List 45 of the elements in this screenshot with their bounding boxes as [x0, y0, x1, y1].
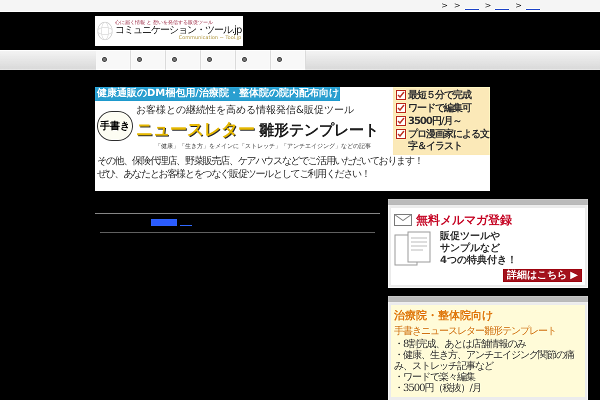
- banner-note: その他、保険代理店、野菜販売店、ケアハウスなどでご活用いただいております！: [96, 155, 424, 168]
- logo-name: コミュニケーション・ツール.jp: [115, 26, 242, 36]
- bullet-icon: [137, 57, 142, 62]
- details-button[interactable]: 詳細はこちら ▶: [502, 268, 582, 282]
- globe-icon: [97, 20, 113, 42]
- banner-note: ぜひ、あなたとお客様とをつなぐ販促ツールとしてご利用ください！: [96, 168, 371, 182]
- highlight-bar: [151, 219, 177, 226]
- bullet-icon: [102, 57, 107, 62]
- banner-lead: お客様との継続性を高める情報発信&販促ツール: [136, 104, 354, 118]
- bullet-text: ・ワードで楽々編集: [394, 372, 476, 383]
- newsletter-card[interactable]: 無料メルマガ登録 販促ツールや サンプルなど 4つの特典付き！ 詳細はこちら ▶: [388, 198, 588, 288]
- bullet-text: ・3500円（税抜）/月: [394, 383, 482, 394]
- bullet-icon: [172, 57, 177, 62]
- banner-title: ニュースレター: [136, 119, 255, 142]
- newsletter-text: サンプルなど: [440, 242, 501, 254]
- promo-banner[interactable]: [95, 87, 490, 190]
- breadcrumb-separator: >: [454, 0, 461, 12]
- envelope-icon: [394, 214, 412, 226]
- bullet-text: ・健康、生き方、アンチエイジング関節の痛み、ストレッチ記事など: [394, 350, 576, 372]
- newsletter-title: 無料メルマガ登録: [416, 212, 512, 228]
- bullet-text: ・8割完成、あとは店舗情報のみ: [394, 339, 527, 350]
- feature-text: プロ漫画家による文字＆イラスト: [408, 129, 490, 154]
- feature-text: 3500円/月～: [408, 116, 462, 128]
- template-card[interactable]: 治療院・整体院向け 手書きニュースレター雛形テンプレート ・8割完成、あとは店舗情報のみ ・健康、生き方、アンチエイジング関節の痛み、ストレッチ記事など ・ワードで楽々編集 ・3500円（税抜）/月: [388, 296, 588, 400]
- card-subtitle: 手書きニュースレター雛形テンプレート: [394, 324, 557, 338]
- breadcrumb-separator: >: [441, 0, 448, 12]
- nav-tab[interactable]: [236, 50, 271, 70]
- stamp-label: 手書き: [97, 111, 133, 142]
- newsletter-text: 販促ツールや: [440, 230, 501, 242]
- banner-ribbon: 健康通販のDM梱包用/治療院・整体院の院内配布向け: [95, 87, 340, 102]
- nav-tab[interactable]: [131, 50, 166, 70]
- bullet-icon: [242, 57, 247, 62]
- bullet-icon: [277, 57, 282, 62]
- breadcrumb-separator: >: [515, 0, 522, 12]
- nav-tab[interactable]: [271, 50, 306, 70]
- newsletter-text: 4つの特典付き！: [440, 254, 517, 266]
- nav-tab[interactable]: [96, 50, 131, 70]
- feature-text: 最短５分で完成: [408, 90, 471, 102]
- banner-subtitle: 雛形テンプレート: [259, 120, 379, 142]
- breadcrumb-separator: >: [484, 0, 492, 12]
- bullet-icon: [207, 57, 212, 62]
- nav-tab[interactable]: [166, 50, 201, 70]
- nav-tab[interactable]: [201, 50, 236, 70]
- feature-text: ワードで編集可: [408, 103, 471, 116]
- card-title: 治療院・整体院向け: [394, 308, 494, 324]
